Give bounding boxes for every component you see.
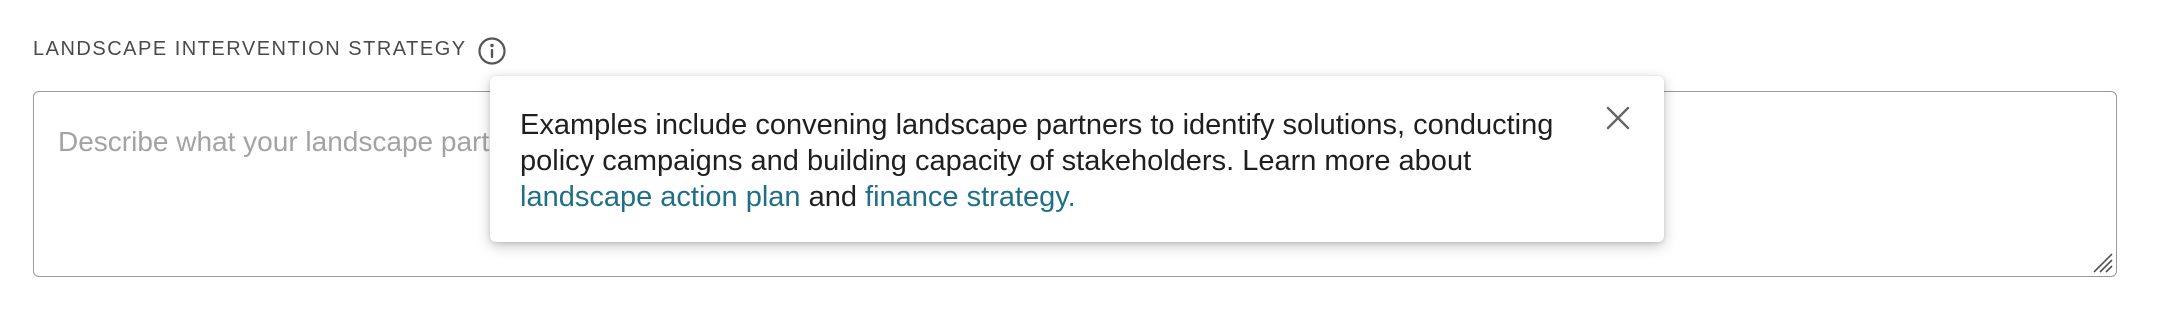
close-icon[interactable]	[1602, 102, 1634, 134]
field-label: LANDSCAPE INTERVENTION STRATEGY	[33, 38, 467, 60]
resize-handle-icon[interactable]	[2088, 248, 2114, 274]
finance-strategy-link[interactable]: finance strategy.	[865, 181, 1076, 213]
form-field-section: LANDSCAPE INTERVENTION STRATEGY Examples…	[0, 0, 2176, 324]
info-tooltip: Examples include convening landscape par…	[490, 76, 1664, 242]
info-icon[interactable]	[477, 36, 507, 66]
landscape-action-plan-link[interactable]: landscape action plan	[520, 181, 801, 213]
tooltip-text: Examples include convening landscape par…	[520, 107, 1584, 215]
tooltip-text-before: Examples include convening landscape par…	[520, 109, 1554, 177]
tooltip-text-between: and	[800, 181, 866, 213]
